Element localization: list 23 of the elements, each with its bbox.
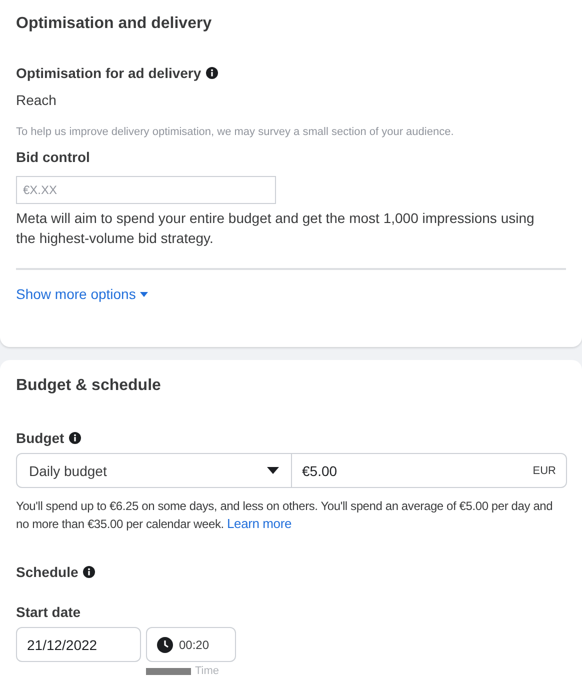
clock-icon bbox=[157, 636, 173, 652]
info-icon bbox=[206, 67, 218, 79]
bid-description: Meta will aim to spend your entire budget and get the most 1,000 impressions using the highest-volume bid strategy. bbox=[16, 209, 536, 248]
time-caption: Time bbox=[195, 665, 220, 677]
info-icon bbox=[83, 566, 96, 578]
section-title: Optimisation and delivery bbox=[16, 14, 213, 34]
caret-icon bbox=[140, 292, 148, 296]
field-label: Start date bbox=[16, 603, 81, 621]
section-title: Budget & schedule bbox=[16, 376, 162, 396]
date-field[interactable]: 21/12/2022 bbox=[16, 627, 141, 662]
survey-note: To help us improve delivery optimisation, we may survey a small section of your audience. bbox=[16, 126, 455, 138]
spend-note: You'll spend up to €6.25 on some days, and less on others. You'll spend an average of €5.00 per day and no more than €35.00 per calendar week. Learn more bbox=[16, 498, 554, 533]
field-label: Schedule bbox=[16, 563, 78, 581]
redaction-mark bbox=[146, 668, 191, 674]
time-field[interactable]: 00:20 bbox=[146, 627, 236, 662]
field-label: Optimisation for ad delivery bbox=[16, 64, 202, 82]
field-label: Bid control bbox=[16, 148, 90, 166]
show-more-link[interactable]: Show more options bbox=[16, 286, 148, 302]
field-value: Reach bbox=[16, 92, 58, 108]
info-icon bbox=[69, 432, 82, 444]
field-label: Budget bbox=[16, 429, 64, 447]
bid-input-field[interactable]: €X.XX bbox=[16, 176, 276, 204]
learn-more-link[interactable]: Learn more bbox=[227, 516, 292, 531]
